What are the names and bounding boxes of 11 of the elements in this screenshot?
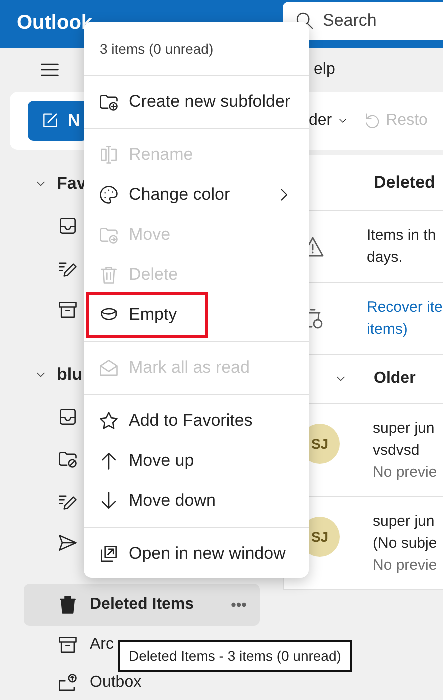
message-subject: (No subje xyxy=(373,534,438,554)
message-preview: No previe xyxy=(373,463,438,483)
tooltip: Deleted Items - 3 items (0 unread) xyxy=(118,640,352,672)
sender-name: super jun xyxy=(373,419,436,439)
app-title: Outlook xyxy=(17,12,93,35)
sender-name: super jun xyxy=(373,512,436,532)
message-subject: vsdvsd xyxy=(373,441,421,461)
notice-text: Items in th days. xyxy=(367,226,436,268)
folder-title: Deleted xyxy=(374,172,436,192)
menu-header: 3 items (0 unread) xyxy=(100,40,214,56)
message-preview: No previe xyxy=(373,556,438,576)
